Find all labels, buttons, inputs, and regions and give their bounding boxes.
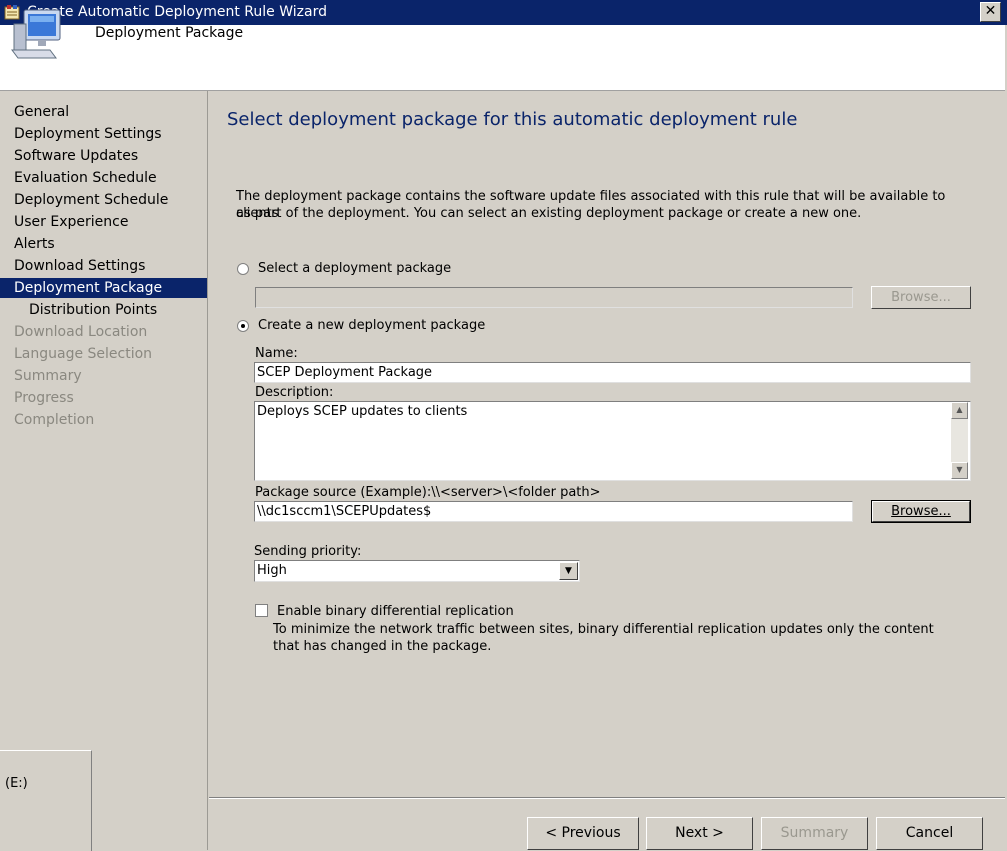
cancel-button[interactable]: Cancel (876, 817, 983, 850)
sidebar-item-alerts[interactable]: Alerts (0, 234, 207, 254)
sending-priority-value: High (257, 563, 287, 578)
footer-divider (209, 797, 1005, 799)
scroll-up-icon[interactable]: ▲ (951, 402, 968, 419)
summary-button: Summary (761, 817, 868, 850)
window-title: Create Automatic Deployment Rule Wizard (27, 4, 327, 20)
sending-priority-select[interactable]: High (254, 560, 580, 582)
wizard-sidebar: General Deployment Settings Software Upd… (0, 91, 208, 850)
sending-priority-label: Sending priority: (254, 544, 362, 559)
existing-package-field (255, 287, 853, 308)
description-label: Description: (255, 385, 334, 400)
sidebar-item-completion: Completion (14, 412, 95, 428)
name-label: Name: (255, 346, 298, 361)
sidebar-item-summary: Summary (14, 368, 82, 384)
close-button[interactable]: ✕ (980, 2, 1001, 22)
computer-icon (11, 9, 61, 59)
package-source-field[interactable]: \\dc1sccm1\SCEPUpdates$ (254, 501, 853, 522)
browse-existing-button: Browse... (871, 286, 971, 309)
scroll-down-icon[interactable]: ▼ (951, 462, 968, 479)
binary-replication-checkbox[interactable] (255, 604, 268, 617)
binary-replication-help-2: that has changed in the package. (273, 639, 492, 654)
page-title: Select deployment package for this autom… (227, 109, 798, 130)
sidebar-item-evaluation-schedule[interactable]: Evaluation Schedule (0, 168, 207, 188)
select-existing-radio[interactable] (237, 263, 249, 275)
previous-button[interactable]: < Previous (527, 817, 639, 850)
create-new-label: Create a new deployment package (258, 318, 486, 333)
binary-replication-help-1: To minimize the network traffic between … (273, 622, 934, 637)
header-title: Deployment Package (95, 25, 244, 41)
binary-replication-label: Enable binary differential replication (277, 604, 514, 619)
browse-source-label: Browse... (891, 504, 951, 519)
sidebar-item-distribution-points[interactable]: Distribution Points (0, 300, 207, 320)
sidebar-item-language-selection: Language Selection (14, 346, 153, 362)
description-line-2: as part of the deployment. You can selec… (236, 206, 862, 221)
drive-label: (E:) (5, 776, 28, 791)
sidebar-item-download-settings[interactable]: Download Settings (0, 256, 207, 276)
sidebar-item-user-experience[interactable]: User Experience (0, 212, 207, 232)
sidebar-item-deployment-schedule[interactable]: Deployment Schedule (0, 190, 207, 210)
description-field[interactable]: Deploys SCEP updates to clients (254, 401, 971, 481)
drive-panel (0, 750, 92, 851)
browse-source-button[interactable]: Browse... (871, 500, 971, 523)
description-value: Deploys SCEP updates to clients (257, 404, 468, 419)
select-existing-label: Select a deployment package (258, 261, 452, 276)
next-button[interactable]: Next > (646, 817, 753, 850)
chevron-down-icon[interactable]: ▼ (559, 562, 578, 580)
package-source-label: Package source (Example):\\<server>\<fol… (255, 485, 601, 500)
sidebar-item-software-updates[interactable]: Software Updates (0, 146, 207, 166)
sidebar-item-download-location: Download Location (14, 324, 148, 340)
name-field[interactable]: SCEP Deployment Package (254, 362, 971, 383)
sidebar-item-deployment-settings[interactable]: Deployment Settings (0, 124, 207, 144)
sidebar-item-progress: Progress (14, 390, 74, 406)
sidebar-item-general[interactable]: General (0, 102, 207, 122)
sidebar-item-deployment-package[interactable]: Deployment Package (0, 278, 207, 298)
create-new-radio[interactable] (237, 320, 249, 332)
description-scrollbar[interactable]: ▲ ▼ (951, 402, 968, 479)
